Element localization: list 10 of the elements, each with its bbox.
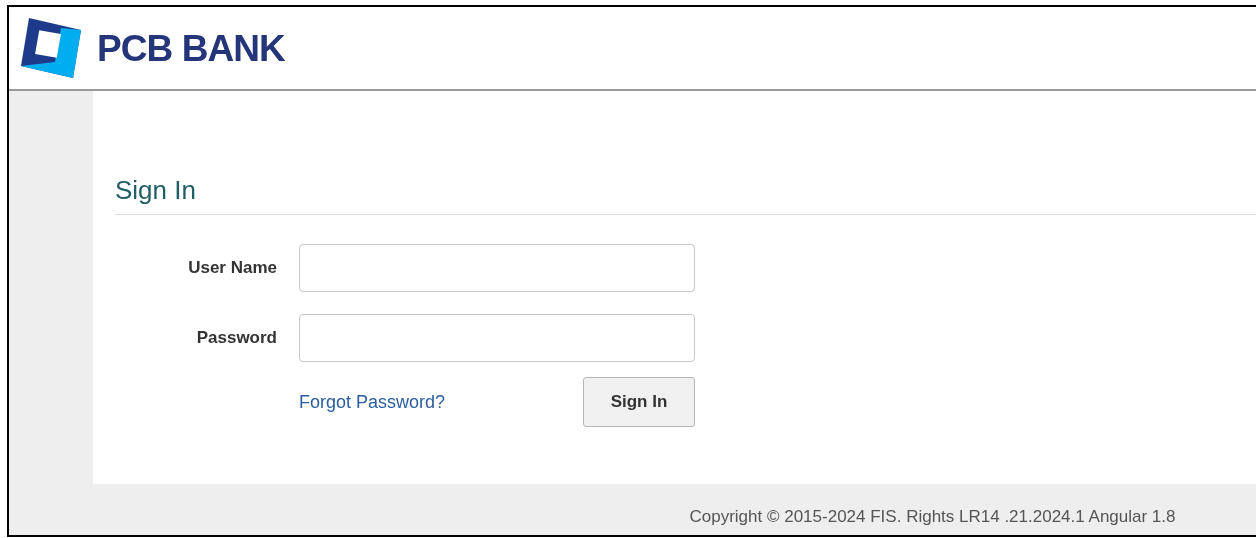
input-field[interactable] [299,314,695,362]
sign-in-button[interactable]: Sign In [583,377,695,427]
input-field[interactable] [299,244,695,292]
forgot-password-link[interactable]: Forgot Password? [299,388,446,416]
field-label: User Name [187,257,277,280]
logo-icon [21,18,81,78]
copyright-text: Copyright © 2015-2024 FIS. Rights LR14 .21.2024.1 Angular 1.8 [689,505,1176,528]
field-label: Password [195,327,277,350]
form-title: Sign In [115,171,1256,215]
logo-text: PCB BANK [97,29,285,67]
